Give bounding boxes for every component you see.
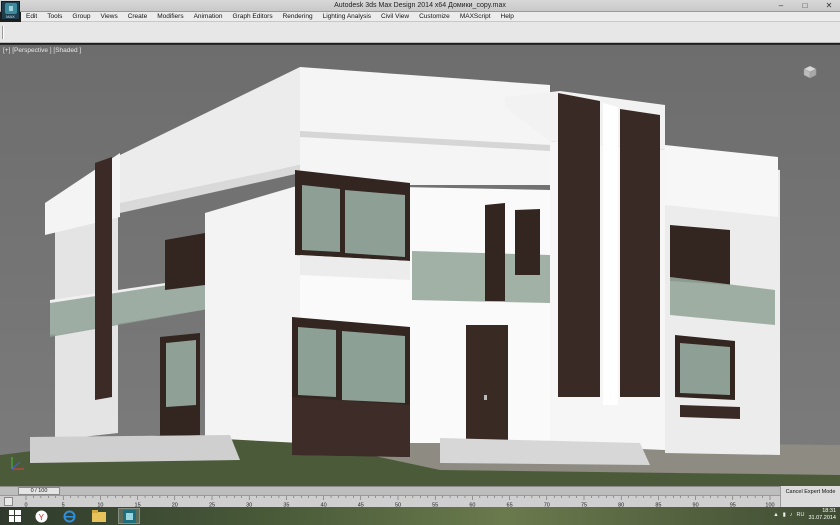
volume-icon[interactable]: ♪	[790, 512, 793, 518]
dark-fin-2	[620, 109, 660, 397]
internet-explorer-icon	[63, 510, 75, 522]
front-steps	[30, 435, 240, 463]
right-wing-roof	[665, 145, 778, 217]
svg-text:Y: Y	[38, 513, 44, 522]
window-title: Autodesk 3ds Max Design 2014 x64 Домики_…	[334, 2, 506, 9]
taskbar-internet-explorer[interactable]	[58, 508, 80, 524]
taskbar-yandex-browser[interactable]: Y	[30, 508, 52, 524]
clock-date: 31.07.2014	[808, 515, 836, 521]
time-slider-thumb[interactable]: 0 / 100	[18, 487, 60, 495]
left-window-lower-glass	[166, 340, 196, 407]
menu-civil-view[interactable]: Civil View	[376, 13, 414, 20]
center-window	[485, 203, 505, 301]
main-roof-front	[300, 67, 550, 185]
start-button[interactable]	[4, 508, 26, 524]
menu-modifiers[interactable]: Modifiers	[152, 13, 188, 20]
close-button[interactable]: ✕	[824, 1, 834, 10]
menu-tools[interactable]: Tools	[42, 13, 67, 20]
left-window-upper	[165, 233, 205, 290]
viewport-label[interactable]: [+] [Perspective ] [Shaded ]	[3, 47, 81, 54]
tray-up-arrow-icon[interactable]: ▲	[773, 512, 778, 518]
folder-icon	[92, 510, 106, 522]
time-slider-track[interactable]: 0 / 100	[0, 486, 840, 495]
right-wing-window-upper	[670, 225, 730, 285]
menu-bar: Edit Tools Group Views Create Modifiers …	[21, 12, 840, 22]
window-controls: – □ ✕	[776, 1, 834, 10]
lower-window-glass-2	[342, 331, 405, 403]
front-door	[466, 325, 508, 442]
yandex-browser-icon: Y	[35, 510, 47, 522]
menu-customize[interactable]: Customize	[414, 13, 455, 20]
timeline-ruler[interactable]: 0 5 10 15 20 25 30 35 40 45 50 55 60 65 70 75 80 85 90 95 10…	[0, 495, 780, 508]
upper-window-glass-2	[345, 190, 405, 257]
clock[interactable]: 18:31 31.07.2014	[808, 508, 836, 522]
upper-window-glass-1	[302, 185, 340, 252]
right-wing-window-lower-glass	[680, 343, 730, 395]
3dsmax-icon	[122, 509, 136, 523]
right-wing-planter	[680, 405, 740, 419]
app-window: Autodesk 3ds Max Design 2014 x64 Домики_…	[0, 0, 840, 525]
menu-graph-editors[interactable]: Graph Editors	[228, 13, 278, 20]
toolbar-grip-handle[interactable]	[2, 26, 4, 39]
taskbar-file-explorer[interactable]	[88, 508, 110, 524]
max-logo-icon	[4, 3, 17, 14]
app-icon-caption: MAX	[6, 14, 15, 19]
clock-time: 18:31	[822, 508, 836, 514]
cancel-expert-mode-button[interactable]: Cancel Expert Mode	[780, 486, 840, 507]
minimize-button[interactable]: –	[776, 1, 786, 10]
house-render	[0, 67, 840, 486]
white-fin	[603, 103, 618, 405]
axis-tripod-icon	[11, 457, 24, 470]
main-wall-left	[205, 185, 300, 443]
maximize-button[interactable]: □	[800, 1, 810, 10]
menu-rendering[interactable]: Rendering	[278, 13, 318, 20]
menu-views[interactable]: Views	[95, 13, 122, 20]
menu-create[interactable]: Create	[123, 13, 153, 20]
viewcube-icon[interactable]	[801, 63, 819, 81]
door-handle	[484, 395, 487, 400]
menu-group[interactable]: Group	[67, 13, 95, 20]
taskbar-3dsmax[interactable]	[118, 508, 140, 524]
menu-animation[interactable]: Animation	[189, 13, 228, 20]
perspective-viewport[interactable]: [+] [Perspective ] [Shaded ]	[0, 44, 840, 486]
language-indicator[interactable]: RU	[797, 512, 805, 518]
application-menu-button[interactable]: MAX	[1, 1, 20, 20]
title-bar[interactable]: Autodesk 3ds Max Design 2014 x64 Домики_…	[0, 0, 840, 12]
menu-edit[interactable]: Edit	[21, 13, 42, 20]
left-dark-pillar	[95, 157, 112, 400]
center-window-right	[515, 209, 540, 275]
menu-lighting-analysis[interactable]: Lighting Analysis	[318, 13, 376, 20]
menu-help[interactable]: Help	[496, 13, 519, 20]
lower-wood-panel	[292, 397, 410, 457]
windows-logo-icon	[9, 510, 21, 522]
windows-taskbar: Y ▲ ▮ ♪ RU 18:31 31.07.2014	[0, 507, 840, 525]
main-toolbar	[0, 22, 840, 43]
system-tray: ▲ ▮ ♪ RU 18:31 31.07.2014	[773, 508, 836, 522]
lower-window-glass-1	[298, 327, 336, 397]
network-icon[interactable]: ▮	[783, 512, 786, 518]
menu-maxscript[interactable]: MAXScript	[455, 13, 496, 20]
dark-fin-1	[558, 93, 600, 397]
